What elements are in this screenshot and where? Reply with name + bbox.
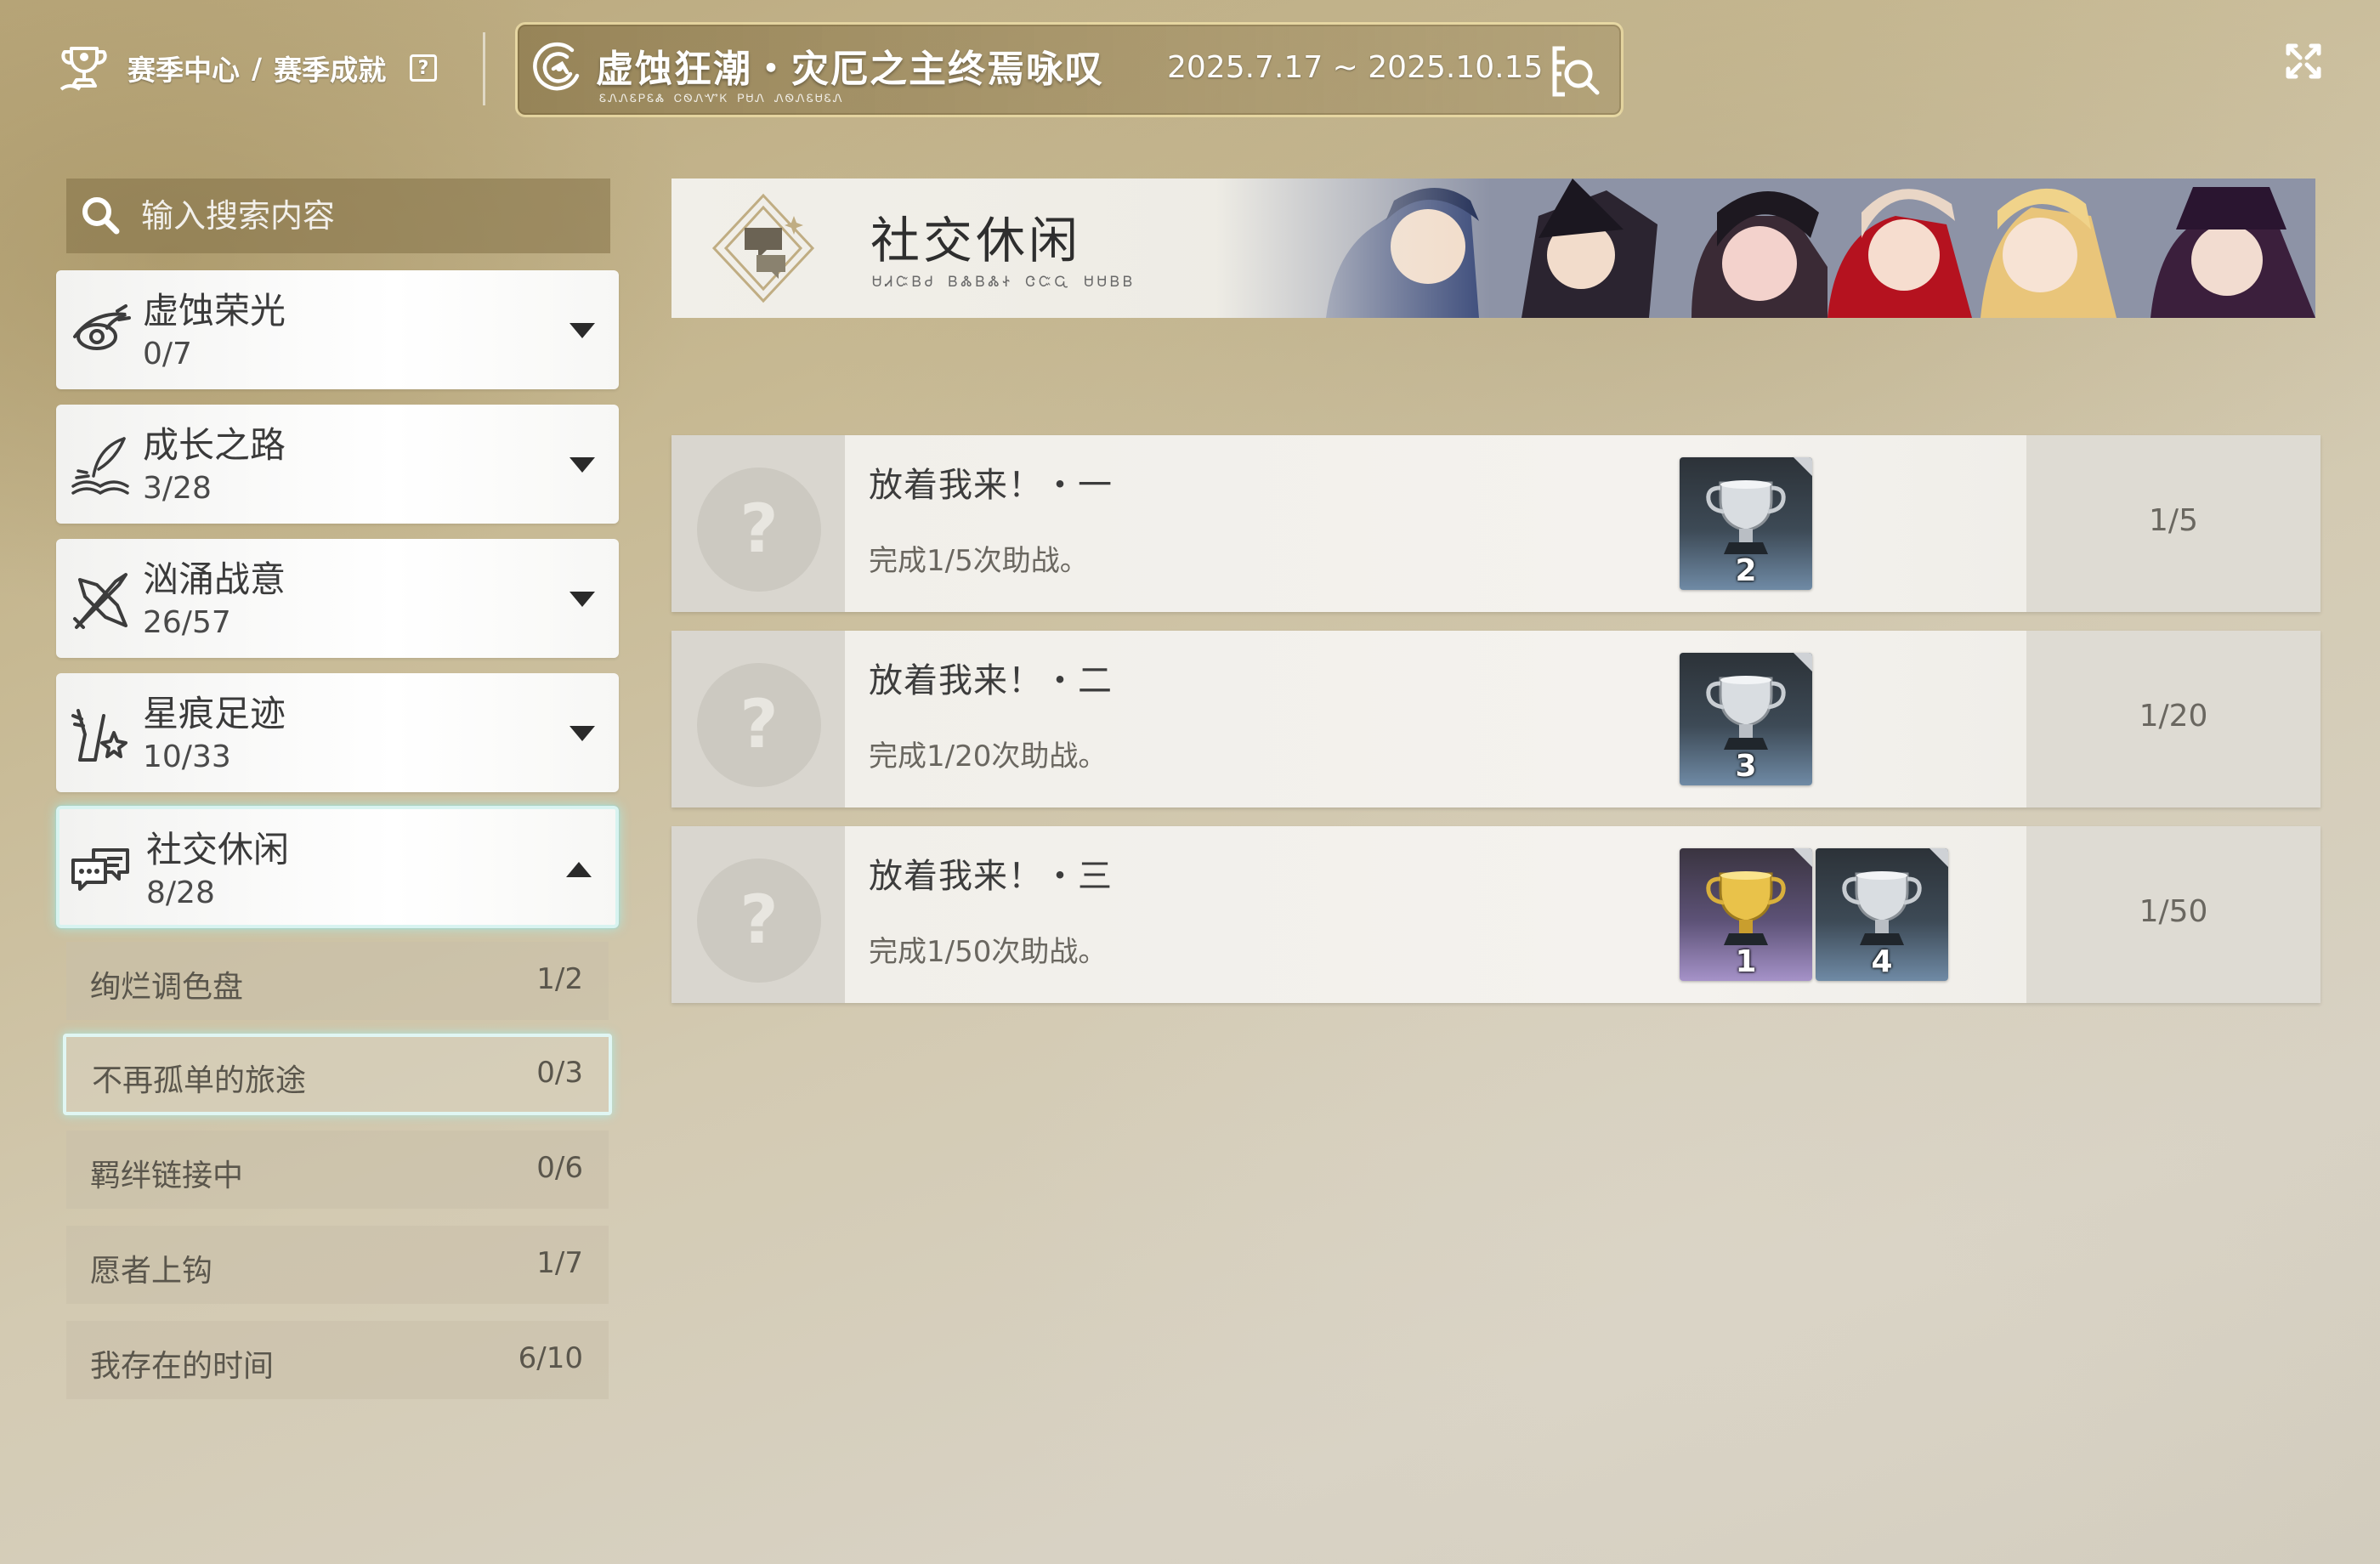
category-count: 3/28 bbox=[143, 471, 212, 506]
season-trophy-icon bbox=[60, 47, 107, 91]
achievement-row: ? 放着我来！・三 完成1/50次助战。 1 4 1/50 bbox=[672, 826, 2320, 1003]
subcategory-count: 1/7 bbox=[536, 1246, 583, 1280]
subcategory-name: 我存在的时间 bbox=[90, 1349, 275, 1384]
category-name: 虚蚀荣光 bbox=[143, 290, 286, 332]
crossed-weapons-icon bbox=[73, 573, 128, 629]
reward-item[interactable]: 3 bbox=[1680, 653, 1812, 785]
breadcrumb-home[interactable]: 赛季中心 bbox=[128, 48, 240, 88]
breadcrumb-current: 赛季成就 bbox=[274, 54, 387, 87]
achievement-progress-column: 1/50 bbox=[2026, 826, 2320, 1003]
search-icon bbox=[82, 197, 120, 235]
breadcrumb-bar: 赛季中心 / 赛季成就 ? bbox=[56, 34, 438, 102]
reward-quantity: 3 bbox=[1735, 749, 1757, 784]
subcategory-count: 6/10 bbox=[518, 1341, 583, 1375]
achievement-progress: 1/5 bbox=[2149, 503, 2198, 538]
category-name: 社交休闲 bbox=[146, 829, 290, 870]
category-item-chengzhang-zhilu[interactable]: 成长之路 3/28 bbox=[56, 405, 619, 524]
category-item-shejiao-xiuxian[interactable]: 社交休闲 8/28 bbox=[56, 806, 619, 928]
reward-quantity: 2 bbox=[1735, 553, 1757, 588]
search-bar[interactable] bbox=[66, 178, 610, 253]
breadcrumb-separator: / bbox=[252, 51, 263, 85]
subcategory-count: 0/3 bbox=[536, 1056, 583, 1090]
achievement-description: 完成1/5次助战。 bbox=[869, 544, 1089, 578]
boot-star-icon bbox=[71, 709, 128, 762]
locked-achievement-icon: ? bbox=[697, 858, 821, 983]
achievement-description: 完成1/20次助战。 bbox=[869, 740, 1108, 774]
reward-quantity: 1 bbox=[1735, 944, 1757, 979]
subcategory-name: 绚烂调色盘 bbox=[90, 970, 244, 1005]
achievement-row: ? 放着我来！・一 完成1/5次助战。 2 1/5 bbox=[672, 435, 2320, 612]
category-name: 汹涌战意 bbox=[143, 558, 286, 600]
eye-swirl-icon bbox=[73, 304, 131, 350]
subcategory-item[interactable]: 绚烂调色盘 1/2 bbox=[66, 942, 609, 1020]
achievement-title: 放着我来！・一 bbox=[869, 466, 1113, 505]
chevron-down-icon bbox=[570, 323, 595, 338]
breadcrumb: 赛季中心 / 赛季成就 ? bbox=[128, 48, 438, 88]
character-group-illustration bbox=[1216, 178, 2315, 318]
season-detail-search-icon[interactable] bbox=[1546, 42, 1606, 101]
season-title: 虚蚀狂潮・灾厄之主终焉咏叹 bbox=[596, 48, 1104, 91]
subcategory-name: 羁绊链接中 bbox=[90, 1159, 244, 1193]
reward-item[interactable]: 4 bbox=[1816, 848, 1948, 981]
category-banner: 社交休闲 ᏌᏗᏨᏴᏧ ᏴᏜᏴᏜᏐ ᏣᏨᏩ ᏌᏌᏴᏴ bbox=[672, 178, 2315, 318]
category-item-xinghen-zuji[interactable]: 星痕足迹 10/33 bbox=[56, 673, 619, 792]
subcategory-item-selected[interactable]: 不再孤单的旅途 0/3 bbox=[63, 1034, 612, 1115]
achievement-icon-column: ? bbox=[672, 631, 845, 808]
achievement-title: 放着我来！・二 bbox=[869, 661, 1113, 700]
season-logo-icon bbox=[533, 42, 580, 91]
category-count: 26/57 bbox=[143, 605, 231, 640]
achievement-icon-column: ? bbox=[672, 435, 845, 612]
season-subtitle: ᏋᏁᏁᏋᏢᏋᏜ ᏟᏫᏁᏉᏦ ᏢᏌᏁ ᏁᏫᏁᏋᏌᏋᏁ bbox=[599, 93, 844, 105]
achievement-row: ? 放着我来！・二 完成1/20次助战。 3 1/20 bbox=[672, 631, 2320, 808]
chat-bubbles-icon bbox=[71, 848, 129, 891]
subcategory-name: 愿者上钩 bbox=[90, 1254, 213, 1289]
subcategory-item[interactable]: 我存在的时间 6/10 bbox=[66, 1321, 609, 1399]
subcategory-item[interactable]: 愿者上钩 1/7 bbox=[66, 1226, 609, 1304]
chevron-up-icon bbox=[566, 862, 592, 877]
category-name: 成长之路 bbox=[143, 424, 286, 466]
quill-book-icon bbox=[71, 437, 129, 496]
reward-quantity: 4 bbox=[1871, 944, 1893, 979]
category-count: 0/7 bbox=[143, 337, 192, 371]
achievement-description: 完成1/50次助战。 bbox=[869, 935, 1108, 969]
category-item-xushi-rongguang[interactable]: 虚蚀荣光 0/7 bbox=[56, 270, 619, 389]
category-count: 8/28 bbox=[146, 876, 215, 910]
subcategory-count: 1/2 bbox=[536, 962, 583, 996]
subcategory-item[interactable]: 羁绊链接中 0/6 bbox=[66, 1130, 609, 1209]
reward-item[interactable]: 1 bbox=[1680, 848, 1812, 981]
banner-subtitle: ᏌᏗᏨᏴᏧ ᏴᏜᏴᏜᏐ ᏣᏨᏩ ᏌᏌᏴᏴ bbox=[872, 274, 1136, 291]
category-item-xiongyong-zhanyi[interactable]: 汹涌战意 26/57 bbox=[56, 539, 619, 658]
search-input[interactable] bbox=[141, 197, 600, 235]
chat-emblem-icon bbox=[711, 193, 815, 303]
subcategory-count: 0/6 bbox=[536, 1151, 583, 1185]
close-icon[interactable] bbox=[2278, 36, 2329, 87]
locked-achievement-icon: ? bbox=[697, 468, 821, 592]
subcategory-name: 不再孤单的旅途 bbox=[92, 1063, 307, 1098]
season-dates: 2025.7.17 ~ 2025.10.15 bbox=[1167, 50, 1544, 85]
chevron-down-icon bbox=[570, 457, 595, 473]
achievement-title: 放着我来！・三 bbox=[869, 857, 1113, 896]
header-divider bbox=[483, 32, 485, 105]
category-name: 星痕足迹 bbox=[143, 693, 286, 734]
locked-achievement-icon: ? bbox=[697, 663, 821, 787]
help-button[interactable]: ? bbox=[410, 54, 438, 82]
achievement-progress-column: 1/20 bbox=[2026, 631, 2320, 808]
chevron-down-icon bbox=[570, 592, 595, 607]
achievement-progress: 1/50 bbox=[2139, 894, 2208, 929]
season-info-panel: 虚蚀狂潮・灾厄之主终焉咏叹 ᏋᏁᏁᏋᏢᏋᏜ ᏟᏫᏁᏉᏦ ᏢᏌᏁ ᏁᏫᏁᏋᏌᏋᏁ … bbox=[515, 22, 1624, 117]
achievement-progress: 1/20 bbox=[2139, 699, 2208, 734]
chevron-down-icon bbox=[570, 726, 595, 741]
reward-item[interactable]: 2 bbox=[1680, 457, 1812, 590]
achievement-progress-column: 1/5 bbox=[2026, 435, 2320, 612]
banner-title: 社交休闲 bbox=[870, 212, 1082, 269]
category-count: 10/33 bbox=[143, 740, 231, 774]
achievement-icon-column: ? bbox=[672, 826, 845, 1003]
